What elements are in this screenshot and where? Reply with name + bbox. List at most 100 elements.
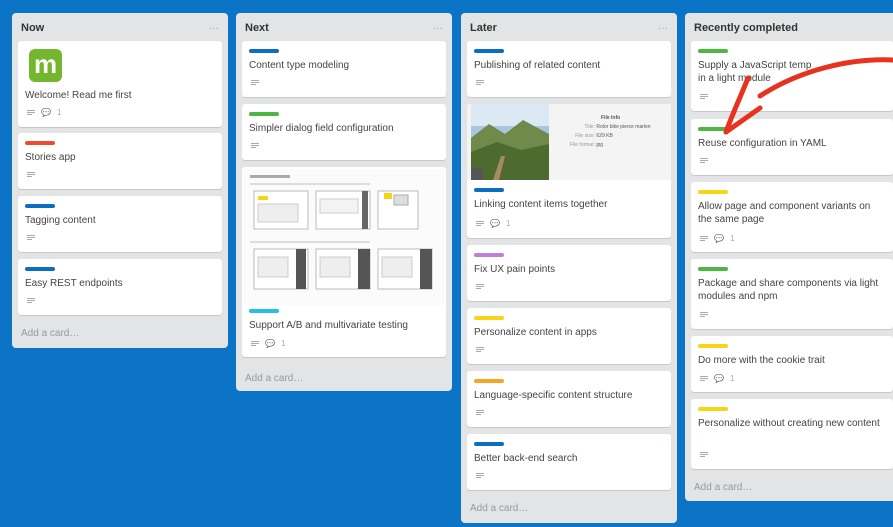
file-info-panel: File Info Title: Rolor bike pierce marle…	[565, 114, 651, 150]
card-label-purple	[474, 253, 504, 257]
card-title-line-2: in a light module	[698, 73, 771, 84]
card-title: Package and share components via light m…	[698, 278, 879, 302]
description-icon	[476, 472, 484, 479]
card-fix-ux[interactable]: Fix UX pain points	[467, 245, 671, 301]
comment-icon: 💬	[265, 339, 275, 348]
card-label-blue	[25, 267, 55, 271]
card-label-red	[25, 141, 55, 145]
card-badges	[27, 171, 35, 178]
card-title: Allow page and component variants on the…	[698, 201, 871, 225]
card-supply-javascript[interactable]: Supply a JavaScript temp in a light modu…	[691, 41, 893, 111]
file-info-title-row: Title: Rolor bike pierce marlen	[584, 124, 651, 130]
card-badges: 💬 1	[251, 339, 285, 348]
card-badges	[27, 234, 35, 241]
card-page-variants[interactable]: Allow page and component variants on the…	[691, 182, 893, 252]
card-title: Personalize content in apps	[474, 327, 597, 338]
list-title: Recently completed	[694, 22, 798, 34]
description-icon	[700, 235, 708, 242]
card-publishing-related[interactable]: Publishing of related content	[467, 41, 671, 97]
list-menu-icon[interactable]: ···	[658, 23, 668, 34]
card-title: Simpler dialog field configuration	[249, 123, 394, 134]
card-language-specific[interactable]: Language-specific content structure	[467, 371, 671, 427]
add-card-button[interactable]: Add a card…	[245, 373, 303, 384]
add-card-button[interactable]: Add a card…	[694, 482, 752, 493]
card-welcome[interactable]: m Welcome! Read me first 💬 1	[18, 41, 222, 127]
card-personalize-apps[interactable]: Personalize content in apps	[467, 308, 671, 364]
card-label-green	[249, 112, 279, 116]
card-label-blue	[249, 49, 279, 53]
card-badges	[700, 311, 708, 318]
list-now: Now ··· m Welcome! Read me first 💬 1 Sto…	[12, 13, 228, 348]
card-title: Stories app	[25, 152, 76, 163]
card-label-yellow	[698, 190, 728, 194]
card-cookie-trait[interactable]: Do more with the cookie trait 💬 1	[691, 336, 893, 392]
card-label-cyan	[249, 309, 279, 313]
card-personalize-without[interactable]: Personalize without creating new content	[691, 399, 893, 469]
card-badges	[700, 157, 708, 164]
card-cover-image: File Info Title: Rolor bike pierce marle…	[467, 104, 671, 180]
card-badges	[476, 472, 484, 479]
card-title: Do more with the cookie trait	[698, 355, 825, 366]
card-label-green	[698, 127, 728, 131]
description-icon	[700, 375, 708, 382]
list-menu-icon[interactable]: ···	[433, 23, 443, 34]
list-title: Next	[245, 22, 269, 34]
card-title: Fix UX pain points	[474, 264, 556, 275]
description-icon	[476, 409, 484, 416]
card-badges	[476, 283, 484, 290]
comment-icon: 💬	[490, 219, 500, 228]
card-title: Welcome! Read me first	[25, 90, 132, 101]
card-label-orange	[474, 379, 504, 383]
card-backend-search[interactable]: Better back-end search	[467, 434, 671, 490]
card-label-yellow	[698, 407, 728, 411]
description-icon	[27, 171, 35, 178]
description-icon	[476, 79, 484, 86]
card-stories-app[interactable]: Stories app	[18, 133, 222, 189]
add-card-button[interactable]: Add a card…	[470, 503, 528, 514]
list-menu-icon[interactable]: ···	[209, 23, 219, 34]
magnolia-logo-icon: m	[29, 49, 62, 82]
file-info-size-row: File size: 629 KB	[575, 133, 613, 139]
card-easy-rest[interactable]: Easy REST endpoints	[18, 259, 222, 315]
card-label-yellow	[474, 316, 504, 320]
card-title: Tagging content	[25, 215, 96, 226]
card-content-type-modeling[interactable]: Content type modeling	[242, 41, 446, 97]
description-icon	[700, 157, 708, 164]
card-simpler-dialog[interactable]: Simpler dialog field configuration	[242, 104, 446, 160]
card-title: Content type modeling	[249, 60, 350, 71]
card-badges	[700, 451, 708, 458]
list-header: Next ···	[236, 13, 452, 41]
card-label-yellow	[698, 344, 728, 348]
description-icon	[251, 340, 259, 347]
description-icon	[700, 451, 708, 458]
list-title: Later	[470, 22, 497, 34]
card-tagging-content[interactable]: Tagging content	[18, 196, 222, 252]
card-label-blue	[474, 49, 504, 53]
list-recently-completed: Recently completed Supply a JavaScript t…	[685, 13, 893, 501]
card-label-blue	[474, 188, 504, 192]
card-reuse-yaml[interactable]: Reuse configuration in YAML	[691, 119, 893, 175]
description-icon	[476, 346, 484, 353]
card-badges	[476, 346, 484, 353]
description-icon	[251, 79, 259, 86]
description-icon	[27, 297, 35, 304]
card-badges	[251, 142, 259, 149]
card-cover-image	[244, 169, 444, 305]
file-info-heading: File Info	[601, 115, 621, 121]
card-badges: 💬 1	[700, 374, 734, 383]
description-icon	[700, 93, 708, 100]
add-card-button[interactable]: Add a card…	[21, 328, 79, 339]
description-icon	[251, 142, 259, 149]
list-header: Recently completed	[685, 13, 893, 41]
card-package-share[interactable]: Package and share components via light m…	[691, 259, 893, 329]
card-label-blue	[25, 204, 55, 208]
card-ab-testing[interactable]: Support A/B and multivariate testing 💬 1	[242, 167, 446, 357]
card-title: Linking content items together	[474, 199, 608, 210]
card-linking-content[interactable]: File Info Title: Rolor bike pierce marle…	[467, 104, 671, 238]
card-label-green	[698, 267, 728, 271]
comment-icon: 💬	[41, 108, 51, 117]
list-title: Now	[21, 22, 45, 34]
description-icon	[27, 109, 35, 116]
file-info-format-row: File format: jpg	[569, 142, 604, 148]
card-badges: 💬 1	[27, 108, 61, 117]
